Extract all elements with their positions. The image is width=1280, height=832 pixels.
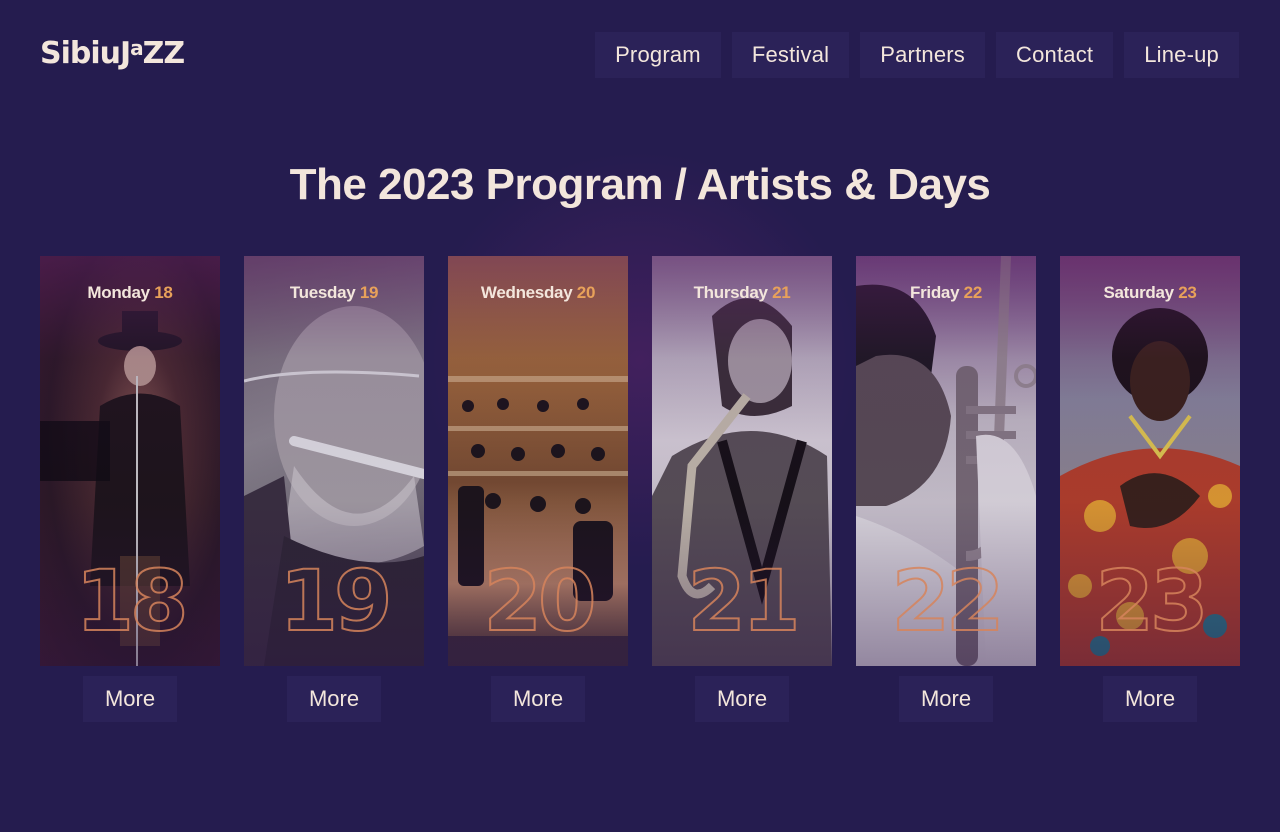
day-card-wednesday: Wednesday 20 20 More bbox=[448, 256, 628, 722]
nav-line-up[interactable]: Line-up bbox=[1124, 32, 1239, 78]
day-card-friday: Friday 22 22 More bbox=[856, 256, 1036, 722]
day-card-saturday: Saturday 23 23 More bbox=[1060, 256, 1240, 722]
day-card-tuesday: Tuesday 19 19 More bbox=[244, 256, 424, 722]
more-button[interactable]: More bbox=[695, 676, 789, 722]
day-card-image[interactable]: Monday 18 18 bbox=[40, 256, 220, 666]
day-label: Friday 22 bbox=[910, 283, 982, 302]
day-label: Tuesday 19 bbox=[289, 283, 379, 302]
day-card-image[interactable]: Thursday 21 21 bbox=[652, 256, 832, 666]
main-nav: Program Festival Partners Contact Line-u… bbox=[595, 32, 1239, 78]
day-number-outline: 20 bbox=[483, 551, 598, 651]
day-label: Saturday 23 bbox=[1103, 283, 1197, 302]
nav-partners[interactable]: Partners bbox=[860, 32, 985, 78]
day-card-image[interactable]: Tuesday 19 19 bbox=[244, 256, 424, 666]
day-card-image[interactable]: Saturday 23 23 bbox=[1060, 256, 1240, 666]
day-number-outline: 19 bbox=[279, 551, 394, 651]
page-title: The 2023 Program / Artists & Days bbox=[289, 160, 991, 209]
day-label: Thursday 21 bbox=[693, 283, 791, 302]
day-label: Wednesday 20 bbox=[480, 283, 596, 302]
nav-contact[interactable]: Contact bbox=[995, 32, 1114, 78]
day-card-image[interactable]: Wednesday 20 20 bbox=[448, 256, 628, 666]
day-card-monday: Monday 18 18 More bbox=[40, 256, 220, 722]
nav-festival[interactable]: Festival bbox=[731, 32, 850, 78]
site-header: SibiuJaZZ Program Festival Partners Cont… bbox=[0, 0, 1280, 110]
nav-program[interactable]: Program bbox=[595, 32, 721, 78]
more-button[interactable]: More bbox=[83, 676, 177, 722]
more-button[interactable]: More bbox=[287, 676, 381, 722]
day-label: Monday 18 bbox=[87, 283, 173, 302]
more-button[interactable]: More bbox=[899, 676, 993, 722]
more-button[interactable]: More bbox=[1103, 676, 1197, 722]
day-number-outline: 21 bbox=[687, 551, 802, 651]
more-button[interactable]: More bbox=[491, 676, 585, 722]
day-number-outline: 23 bbox=[1095, 551, 1210, 651]
day-number-outline: 18 bbox=[75, 551, 190, 651]
day-card-image[interactable]: Friday 22 22 bbox=[856, 256, 1036, 666]
day-number-outline: 22 bbox=[891, 551, 1006, 651]
sibiujazz-logo[interactable]: SibiuJaZZ bbox=[40, 36, 185, 71]
day-card-thursday: Thursday 21 21 More bbox=[652, 256, 832, 722]
